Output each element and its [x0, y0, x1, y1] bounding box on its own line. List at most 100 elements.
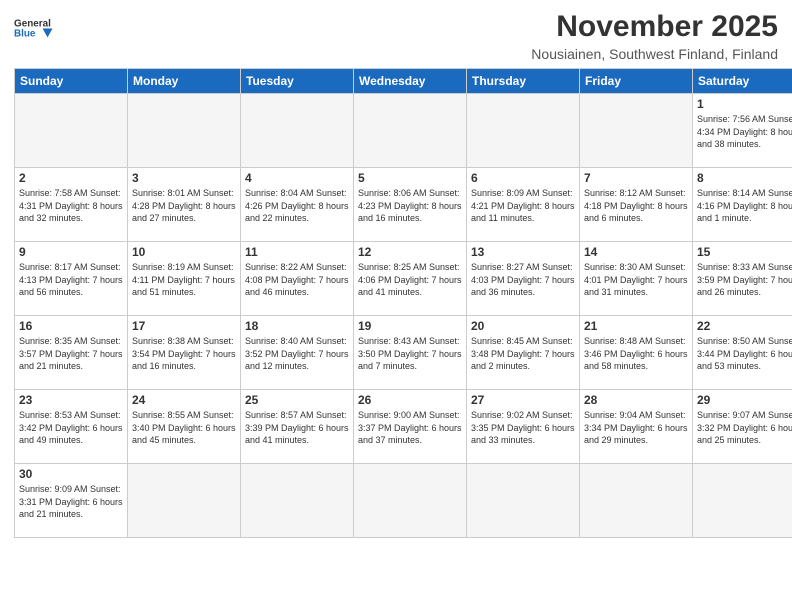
day-cell: [467, 464, 580, 538]
day-cell: 30 Sunrise: 9:09 AM Sunset: 3:31 PM Dayli…: [15, 464, 128, 538]
header-friday: Friday: [580, 69, 693, 94]
day-info: Sunrise: 8:50 AM Sunset: 3:44 PM Dayligh…: [697, 335, 792, 373]
day-cell: 15 Sunrise: 8:33 AM Sunset: 3:59 PM Dayli…: [693, 242, 792, 316]
day-info: Sunrise: 8:33 AM Sunset: 3:59 PM Dayligh…: [697, 261, 792, 299]
day-info: Sunrise: 7:58 AM Sunset: 4:31 PM Dayligh…: [19, 187, 123, 225]
day-info: Sunrise: 8:06 AM Sunset: 4:23 PM Dayligh…: [358, 187, 462, 225]
day-number: 10: [132, 245, 236, 259]
day-info: Sunrise: 7:56 AM Sunset: 4:34 PM Dayligh…: [697, 113, 792, 151]
day-info: Sunrise: 8:48 AM Sunset: 3:46 PM Dayligh…: [584, 335, 688, 373]
day-info: Sunrise: 8:14 AM Sunset: 4:16 PM Dayligh…: [697, 187, 792, 225]
day-cell: 5 Sunrise: 8:06 AM Sunset: 4:23 PM Daylig…: [354, 168, 467, 242]
day-cell: 10 Sunrise: 8:19 AM Sunset: 4:11 PM Dayli…: [128, 242, 241, 316]
day-number: 5: [358, 171, 462, 185]
day-cell: 11 Sunrise: 8:22 AM Sunset: 4:08 PM Dayli…: [241, 242, 354, 316]
day-info: Sunrise: 8:09 AM Sunset: 4:21 PM Dayligh…: [471, 187, 575, 225]
header-tuesday: Tuesday: [241, 69, 354, 94]
day-number: 14: [584, 245, 688, 259]
day-info: Sunrise: 8:22 AM Sunset: 4:08 PM Dayligh…: [245, 261, 349, 299]
day-number: 13: [471, 245, 575, 259]
day-info: Sunrise: 9:09 AM Sunset: 3:31 PM Dayligh…: [19, 483, 123, 521]
day-cell: 28Sunrise: 9:04 AM Sunset: 3:34 PM Dayli…: [580, 390, 693, 464]
day-number: 11: [245, 245, 349, 259]
day-number: 29: [697, 393, 792, 407]
header-thursday: Thursday: [467, 69, 580, 94]
svg-text:Blue: Blue: [14, 28, 36, 39]
week-row-4: 16Sunrise: 8:35 AM Sunset: 3:57 PM Dayli…: [15, 316, 792, 390]
header-saturday: Saturday: [693, 69, 792, 94]
day-cell: 26 Sunrise: 9:00 AM Sunset: 3:37 PM Dayli…: [354, 390, 467, 464]
day-cell: [128, 94, 241, 168]
day-info: Sunrise: 8:27 AM Sunset: 4:03 PM Dayligh…: [471, 261, 575, 299]
day-number: 3: [132, 171, 236, 185]
day-info: Sunrise: 8:19 AM Sunset: 4:11 PM Dayligh…: [132, 261, 236, 299]
day-cell: 1 Sunrise: 7:56 AM Sunset: 4:34 PM Daylig…: [693, 94, 792, 168]
day-cell: 9Sunrise: 8:17 AM Sunset: 4:13 PM Daylig…: [15, 242, 128, 316]
day-cell: 23 Sunrise: 8:53 AM Sunset: 3:42 PM Dayli…: [15, 390, 128, 464]
day-cell: 20 Sunrise: 8:45 AM Sunset: 3:48 PM Dayli…: [467, 316, 580, 390]
day-number: 15: [697, 245, 792, 259]
day-number: 26: [358, 393, 462, 407]
day-cell: [580, 464, 693, 538]
day-number: 30: [19, 467, 123, 481]
day-number: 12: [358, 245, 462, 259]
week-row-5: 23 Sunrise: 8:53 AM Sunset: 3:42 PM Dayli…: [15, 390, 792, 464]
day-cell: 3Sunrise: 8:01 AM Sunset: 4:28 PM Daylig…: [128, 168, 241, 242]
day-info: Sunrise: 9:04 AM Sunset: 3:34 PM Dayligh…: [584, 409, 688, 447]
day-number: 22: [697, 319, 792, 333]
day-cell: 7 Sunrise: 8:12 AM Sunset: 4:18 PM Daylig…: [580, 168, 693, 242]
calendar-table: Sunday Monday Tuesday Wednesday Thursday…: [14, 68, 792, 538]
day-cell: 2 Sunrise: 7:58 AM Sunset: 4:31 PM Daylig…: [15, 168, 128, 242]
title-area: November 2025 Nousiainen, Southwest Finl…: [531, 10, 778, 62]
day-info: Sunrise: 8:40 AM Sunset: 3:52 PM Dayligh…: [245, 335, 349, 373]
day-number: 1: [697, 97, 792, 111]
day-number: 4: [245, 171, 349, 185]
day-info: Sunrise: 8:17 AM Sunset: 4:13 PM Dayligh…: [19, 261, 123, 299]
day-info: Sunrise: 8:53 AM Sunset: 3:42 PM Dayligh…: [19, 409, 123, 447]
day-cell: [128, 464, 241, 538]
header-sunday: Sunday: [15, 69, 128, 94]
day-number: 25: [245, 393, 349, 407]
svg-text:General: General: [14, 18, 51, 29]
day-cell: 24 Sunrise: 8:55 AM Sunset: 3:40 PM Dayli…: [128, 390, 241, 464]
day-info: Sunrise: 8:57 AM Sunset: 3:39 PM Dayligh…: [245, 409, 349, 447]
day-cell: [354, 464, 467, 538]
day-cell: [241, 464, 354, 538]
subtitle: Nousiainen, Southwest Finland, Finland: [531, 46, 778, 62]
day-cell: [241, 94, 354, 168]
day-number: 23: [19, 393, 123, 407]
day-cell: 12 Sunrise: 8:25 AM Sunset: 4:06 PM Dayli…: [354, 242, 467, 316]
day-cell: 6Sunrise: 8:09 AM Sunset: 4:21 PM Daylig…: [467, 168, 580, 242]
day-number: 18: [245, 319, 349, 333]
day-cell: 29Sunrise: 9:07 AM Sunset: 3:32 PM Dayli…: [693, 390, 792, 464]
day-info: Sunrise: 8:38 AM Sunset: 3:54 PM Dayligh…: [132, 335, 236, 373]
day-info: Sunrise: 8:04 AM Sunset: 4:26 PM Dayligh…: [245, 187, 349, 225]
day-number: 8: [697, 171, 792, 185]
day-info: Sunrise: 9:02 AM Sunset: 3:35 PM Dayligh…: [471, 409, 575, 447]
day-cell: [467, 94, 580, 168]
day-number: 17: [132, 319, 236, 333]
day-cell: 27Sunrise: 9:02 AM Sunset: 3:35 PM Dayli…: [467, 390, 580, 464]
week-row-3: 9Sunrise: 8:17 AM Sunset: 4:13 PM Daylig…: [15, 242, 792, 316]
week-row-2: 2 Sunrise: 7:58 AM Sunset: 4:31 PM Daylig…: [15, 168, 792, 242]
day-cell: 19Sunrise: 8:43 AM Sunset: 3:50 PM Dayli…: [354, 316, 467, 390]
day-number: 2: [19, 171, 123, 185]
day-cell: [15, 94, 128, 168]
day-info: Sunrise: 8:12 AM Sunset: 4:18 PM Dayligh…: [584, 187, 688, 225]
header: General Blue November 2025 Nousiainen, S…: [14, 10, 778, 62]
day-number: 24: [132, 393, 236, 407]
day-cell: 22 Sunrise: 8:50 AM Sunset: 3:44 PM Dayli…: [693, 316, 792, 390]
day-number: 20: [471, 319, 575, 333]
logo: General Blue: [14, 10, 58, 46]
week-row-1: 1 Sunrise: 7:56 AM Sunset: 4:34 PM Daylig…: [15, 94, 792, 168]
day-cell: [354, 94, 467, 168]
day-info: Sunrise: 9:00 AM Sunset: 3:37 PM Dayligh…: [358, 409, 462, 447]
day-info: Sunrise: 8:55 AM Sunset: 3:40 PM Dayligh…: [132, 409, 236, 447]
day-number: 7: [584, 171, 688, 185]
day-info: Sunrise: 8:35 AM Sunset: 3:57 PM Dayligh…: [19, 335, 123, 373]
header-wednesday: Wednesday: [354, 69, 467, 94]
generalblue-logo-icon: General Blue: [14, 10, 58, 46]
day-cell: 17 Sunrise: 8:38 AM Sunset: 3:54 PM Dayli…: [128, 316, 241, 390]
day-info: Sunrise: 8:45 AM Sunset: 3:48 PM Dayligh…: [471, 335, 575, 373]
day-info: Sunrise: 8:25 AM Sunset: 4:06 PM Dayligh…: [358, 261, 462, 299]
